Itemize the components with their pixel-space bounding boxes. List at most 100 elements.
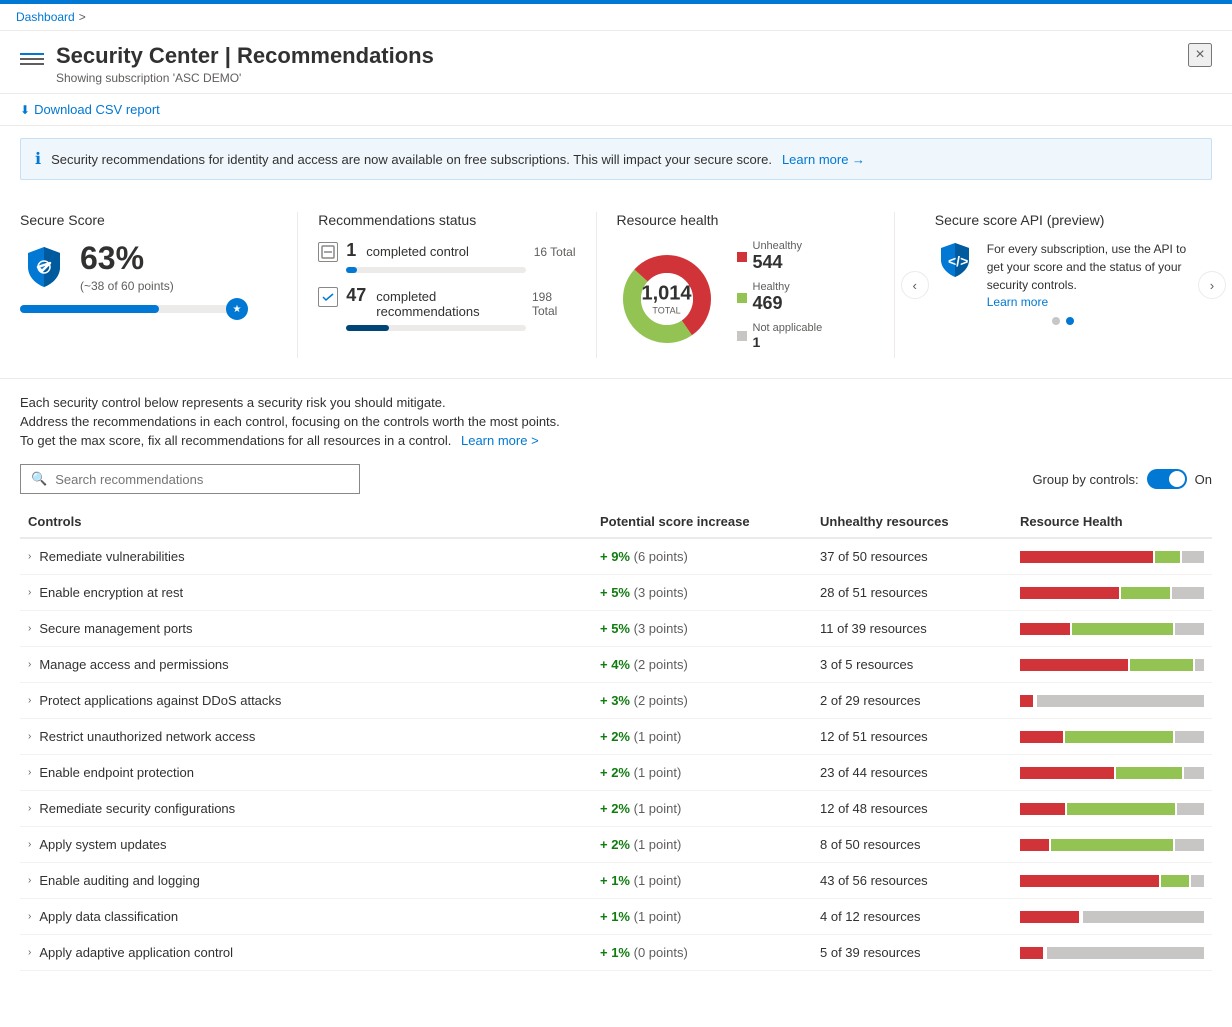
row-name-3: › Manage access and permissions [20, 657, 592, 672]
controls-intro-line2: Address the recommendations in each cont… [20, 414, 1212, 429]
row-score-3: + 4% (2 points) [592, 657, 812, 672]
table-row[interactable]: › Apply system updates + 2% (1 point) 8 … [20, 827, 1212, 863]
breadcrumb: Dashboard > [0, 4, 1232, 31]
table-row[interactable]: › Remediate security configurations + 2%… [20, 791, 1212, 827]
table-row[interactable]: › Enable auditing and logging + 1% (1 po… [20, 863, 1212, 899]
expand-icon-0[interactable]: › [28, 551, 31, 562]
row-name-2: › Secure management ports [20, 621, 592, 636]
carousel-next-button[interactable]: › [1198, 271, 1226, 299]
row-name-5: › Restrict unauthorized network access [20, 729, 592, 744]
table-row[interactable]: › Enable endpoint protection + 2% (1 poi… [20, 755, 1212, 791]
close-button[interactable]: × [1188, 43, 1212, 67]
controls-learn-more-link[interactable]: Learn more > [461, 433, 539, 448]
row-score-7: + 2% (1 point) [592, 801, 812, 816]
row-label-6: Enable endpoint protection [39, 765, 194, 780]
api-learn-more-link[interactable]: Learn more [987, 295, 1048, 309]
row-unhealthy-9: 43 of 56 resources [812, 873, 1012, 888]
secure-score-title: Secure Score [20, 212, 277, 228]
rec-label-1: completed control [366, 244, 469, 259]
row-label-9: Enable auditing and logging [39, 873, 199, 888]
metrics-section: Secure Score 63% (~38 of 60 points) [0, 192, 1232, 379]
row-score-4: + 3% (2 points) [592, 693, 812, 708]
row-unhealthy-11: 5 of 39 resources [812, 945, 1012, 960]
group-by-toggle[interactable] [1147, 469, 1187, 489]
row-score-5: + 2% (1 point) [592, 729, 812, 744]
row-name-11: › Apply adaptive application control [20, 945, 592, 960]
col-unhealthy: Unhealthy resources [812, 514, 1012, 529]
row-score-10: + 1% (1 point) [592, 909, 812, 924]
expand-icon-3[interactable]: › [28, 659, 31, 670]
donut-total-label: TOTAL [641, 306, 691, 316]
expand-icon-9[interactable]: › [28, 875, 31, 886]
api-card: ‹ Secure score API (preview) </> For eve… [915, 212, 1212, 358]
banner-learn-more-link[interactable]: Learn more → [782, 152, 865, 167]
table-row[interactable]: › Remediate vulnerabilities + 9% (6 poin… [20, 539, 1212, 575]
download-icon: ⬇ [20, 103, 30, 117]
expand-icon-5[interactable]: › [28, 731, 31, 742]
group-by-label: Group by controls: [1032, 472, 1138, 487]
healthy-label: Healthy [753, 281, 790, 293]
table-row[interactable]: › Manage access and permissions + 4% (2 … [20, 647, 1212, 683]
rec-total-1: 16 Total [534, 245, 576, 259]
svg-text:</>: </> [948, 253, 968, 269]
carousel-prev-button[interactable]: ‹ [901, 271, 929, 299]
expand-icon-11[interactable]: › [28, 947, 31, 958]
unhealthy-count: 544 [753, 252, 803, 273]
expand-icon-6[interactable]: › [28, 767, 31, 778]
expand-icon-7[interactable]: › [28, 803, 31, 814]
row-score-8: + 2% (1 point) [592, 837, 812, 852]
table-row[interactable]: › Restrict unauthorized network access +… [20, 719, 1212, 755]
breadcrumb-dashboard[interactable]: Dashboard [16, 10, 75, 24]
row-health-bar-5 [1012, 731, 1212, 743]
row-score-11: + 1% (0 points) [592, 945, 812, 960]
na-label: Not applicable [753, 322, 823, 334]
col-health: Resource Health [1012, 514, 1212, 529]
row-name-6: › Enable endpoint protection [20, 765, 592, 780]
row-unhealthy-7: 12 of 48 resources [812, 801, 1012, 816]
download-csv-button[interactable]: Download CSV report [34, 102, 160, 117]
expand-icon-2[interactable]: › [28, 623, 31, 634]
secure-score-shield [20, 243, 68, 291]
row-unhealthy-10: 4 of 12 resources [812, 909, 1012, 924]
row-name-8: › Apply system updates [20, 837, 592, 852]
row-label-11: Apply adaptive application control [39, 945, 233, 960]
row-unhealthy-1: 28 of 51 resources [812, 585, 1012, 600]
row-health-bar-4 [1012, 695, 1212, 707]
table-row[interactable]: › Apply adaptive application control + 1… [20, 935, 1212, 971]
search-input[interactable] [55, 472, 349, 487]
rec-total-2: 198 Total [532, 290, 576, 318]
carousel-dots [935, 317, 1192, 325]
expand-icon-4[interactable]: › [28, 695, 31, 706]
row-score-0: + 9% (6 points) [592, 549, 812, 564]
row-label-3: Manage access and permissions [39, 657, 228, 672]
table-row[interactable]: › Apply data classification + 1% (1 poin… [20, 899, 1212, 935]
row-name-0: › Remediate vulnerabilities [20, 549, 592, 564]
resource-health-title: Resource health [617, 212, 874, 228]
expand-icon-8[interactable]: › [28, 839, 31, 850]
row-label-0: Remediate vulnerabilities [39, 549, 184, 564]
api-card-title: Secure score API (preview) [935, 212, 1192, 228]
controls-intro-line1: Each security control below represents a… [20, 395, 1212, 410]
row-health-bar-6 [1012, 767, 1212, 779]
expand-icon-1[interactable]: › [28, 587, 31, 598]
expand-icon-10[interactable]: › [28, 911, 31, 922]
score-star-icon: ★ [226, 298, 248, 320]
row-health-bar-2 [1012, 623, 1212, 635]
table-row[interactable]: › Enable encryption at rest + 5% (3 poin… [20, 575, 1212, 611]
row-name-1: › Enable encryption at rest [20, 585, 592, 600]
row-health-bar-8 [1012, 839, 1212, 851]
row-name-10: › Apply data classification [20, 909, 592, 924]
controls-section: Each security control below represents a… [0, 379, 1232, 987]
healthy-dot [737, 293, 747, 303]
unhealthy-dot [737, 252, 747, 262]
health-legend: Unhealthy 544 Healthy 469 [737, 240, 823, 358]
controls-intro-line3: To get the max score, fix all recommenda… [20, 433, 1212, 448]
row-name-4: › Protect applications against DDoS atta… [20, 693, 592, 708]
na-dot [737, 331, 747, 341]
donut-chart: 1,014 TOTAL [617, 249, 717, 349]
resource-health-card: Resource health 1,014 TOTAL [617, 212, 895, 358]
api-description: For every subscription, use the API to g… [987, 240, 1192, 294]
table-row[interactable]: › Protect applications against DDoS atta… [20, 683, 1212, 719]
row-score-6: + 2% (1 point) [592, 765, 812, 780]
table-row[interactable]: › Secure management ports + 5% (3 points… [20, 611, 1212, 647]
